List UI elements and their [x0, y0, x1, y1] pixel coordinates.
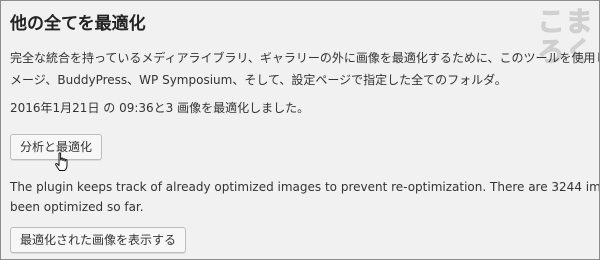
- info-line-1: The plugin keeps track of already optimi…: [10, 180, 600, 194]
- description: 完全な統合を持っているメディアライブラリ、ギャラリーの外に画像を最適化するために…: [10, 47, 600, 91]
- page-title: 他の全てを最適化: [10, 14, 146, 34]
- hand-pointer-icon: [55, 152, 68, 171]
- last-optimization-status: 2016年1月21日 の 09:36と3 画像を最適化しました。: [10, 101, 310, 115]
- description-line-1: 完全な統合を持っているメディアライブラリ、ギャラリーの外に画像を最適化するために…: [10, 51, 600, 65]
- watermark-char: こ: [537, 7, 565, 38]
- watermark-char: ま: [565, 7, 593, 38]
- show-optimized-images-button[interactable]: 最適化された画像を表示する: [10, 227, 187, 253]
- optimization-info: The plugin keeps track of already optimi…: [10, 177, 600, 217]
- info-line-2: been optimized so far.: [10, 200, 144, 214]
- description-line-2: メージ、BuddyPress、WP Symposium、そして、設定ページで指定…: [10, 73, 507, 87]
- plugin-panel: 他の全てを最適化 こ ま ろ く 完全な統合を持っているメディアライブラリ、ギャ…: [0, 0, 600, 260]
